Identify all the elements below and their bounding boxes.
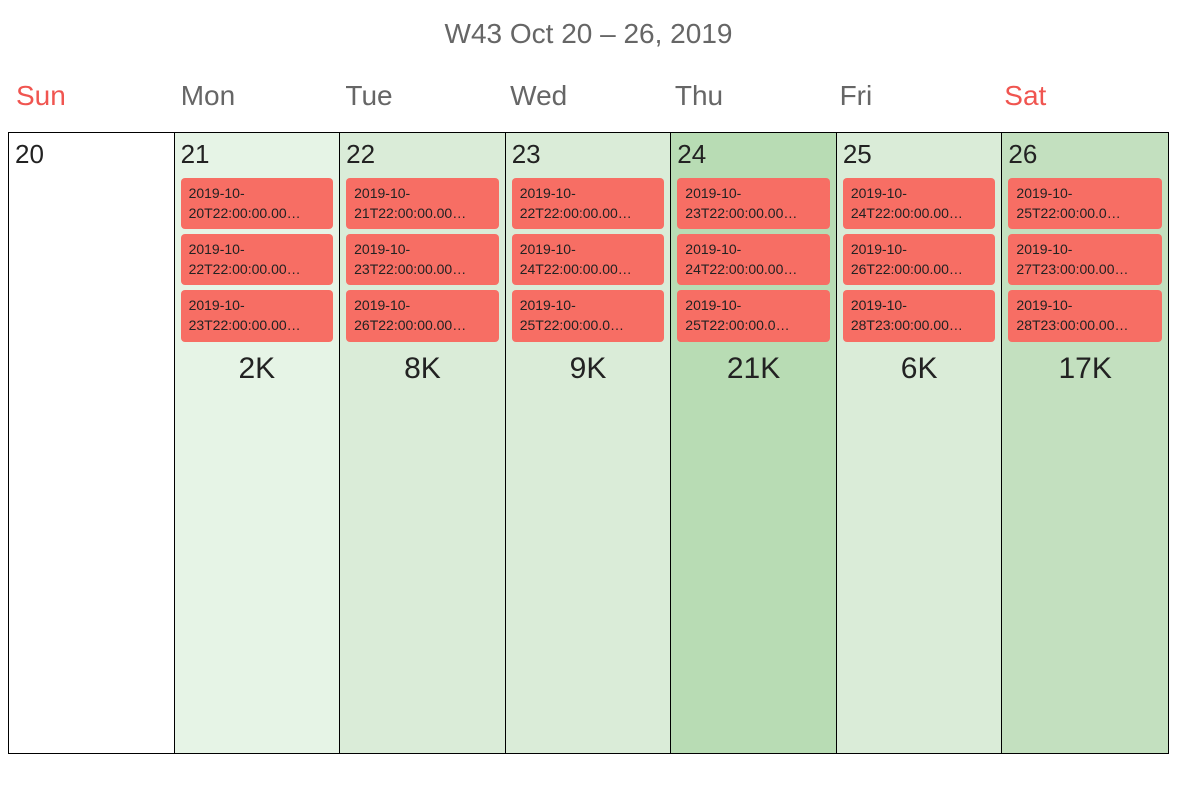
day-number: 24 [677, 139, 830, 170]
day-cell-26[interactable]: 262019-10-25T22:00:00.0…2019-10-27T23:00… [1002, 133, 1168, 753]
event-text-line2: 28T23:00:00.00… [1016, 316, 1154, 336]
calendar-event[interactable]: 2019-10-22T22:00:00.00… [181, 234, 334, 285]
day-header-sun: Sun [12, 80, 177, 112]
calendar-event[interactable]: 2019-10-28T23:00:00.00… [843, 290, 996, 341]
day-number: 22 [346, 139, 499, 170]
event-text-line2: 28T23:00:00.00… [851, 316, 988, 336]
day-cell-20[interactable]: 20 [9, 133, 175, 753]
event-text-line1: 2019-10- [685, 184, 822, 204]
event-text-line1: 2019-10- [851, 240, 988, 260]
day-header-mon: Mon [177, 80, 342, 112]
calendar-event[interactable]: 2019-10-25T22:00:00.0… [1008, 178, 1162, 229]
day-cell-24[interactable]: 242019-10-23T22:00:00.00…2019-10-24T22:0… [671, 133, 837, 753]
day-number: 26 [1008, 139, 1162, 170]
calendar-event[interactable]: 2019-10-27T23:00:00.00… [1008, 234, 1162, 285]
day-header-thu: Thu [671, 80, 836, 112]
calendar-event[interactable]: 2019-10-25T22:00:00.0… [677, 290, 830, 341]
day-total: 2K [181, 352, 334, 386]
calendar-event[interactable]: 2019-10-22T22:00:00.00… [512, 178, 665, 229]
event-text-line1: 2019-10- [1016, 184, 1154, 204]
event-text-line1: 2019-10- [354, 184, 491, 204]
event-text-line2: 22T22:00:00.00… [189, 260, 326, 280]
day-total: 6K [843, 352, 996, 386]
event-text-line2: 25T22:00:00.0… [1016, 204, 1154, 224]
event-text-line1: 2019-10- [189, 240, 326, 260]
calendar-event[interactable]: 2019-10-21T22:00:00.00… [346, 178, 499, 229]
event-text-line2: 25T22:00:00.0… [520, 316, 657, 336]
day-header-wed: Wed [506, 80, 671, 112]
event-text-line2: 26T22:00:00.00… [354, 316, 491, 336]
event-text-line1: 2019-10- [189, 184, 326, 204]
event-text-line1: 2019-10- [520, 184, 657, 204]
day-number: 20 [15, 139, 168, 170]
event-text-line2: 23T22:00:00.00… [189, 316, 326, 336]
day-header-tue: Tue [341, 80, 506, 112]
event-text-line2: 23T22:00:00.00… [354, 260, 491, 280]
day-number: 23 [512, 139, 665, 170]
day-cell-25[interactable]: 252019-10-24T22:00:00.00…2019-10-26T22:0… [837, 133, 1003, 753]
event-text-line2: 26T22:00:00.00… [851, 260, 988, 280]
calendar-grid: 20212019-10-20T22:00:00.00…2019-10-22T22… [8, 132, 1169, 754]
event-text-line1: 2019-10- [189, 296, 326, 316]
day-header-fri: Fri [836, 80, 1001, 112]
event-text-line2: 24T22:00:00.00… [851, 204, 988, 224]
event-text-line2: 23T22:00:00.00… [685, 204, 822, 224]
event-text-line2: 22T22:00:00.00… [520, 204, 657, 224]
calendar-event[interactable]: 2019-10-26T22:00:00.00… [843, 234, 996, 285]
event-text-line1: 2019-10- [520, 296, 657, 316]
day-headers-row: SunMonTueWedThuFriSat [8, 80, 1169, 112]
day-total: 21K [677, 352, 830, 386]
calendar-event[interactable]: 2019-10-28T23:00:00.00… [1008, 290, 1162, 341]
day-cell-21[interactable]: 212019-10-20T22:00:00.00…2019-10-22T22:0… [175, 133, 341, 753]
event-text-line2: 24T22:00:00.00… [520, 260, 657, 280]
day-total: 9K [512, 352, 665, 386]
event-text-line1: 2019-10- [354, 240, 491, 260]
day-header-sat: Sat [1000, 80, 1165, 112]
event-text-line2: 27T23:00:00.00… [1016, 260, 1154, 280]
event-text-line1: 2019-10- [520, 240, 657, 260]
day-total: 17K [1008, 352, 1162, 386]
calendar-event[interactable]: 2019-10-24T22:00:00.00… [677, 234, 830, 285]
event-text-line1: 2019-10- [1016, 240, 1154, 260]
calendar-event[interactable]: 2019-10-23T22:00:00.00… [181, 290, 334, 341]
calendar-event[interactable]: 2019-10-20T22:00:00.00… [181, 178, 334, 229]
calendar-event[interactable]: 2019-10-23T22:00:00.00… [677, 178, 830, 229]
calendar-event[interactable]: 2019-10-26T22:00:00.00… [346, 290, 499, 341]
calendar-event[interactable]: 2019-10-24T22:00:00.00… [843, 178, 996, 229]
event-text-line1: 2019-10- [685, 240, 822, 260]
calendar-event[interactable]: 2019-10-25T22:00:00.0… [512, 290, 665, 341]
day-cell-22[interactable]: 222019-10-21T22:00:00.00…2019-10-23T22:0… [340, 133, 506, 753]
event-text-line1: 2019-10- [851, 184, 988, 204]
event-text-line2: 20T22:00:00.00… [189, 204, 326, 224]
calendar-event[interactable]: 2019-10-23T22:00:00.00… [346, 234, 499, 285]
event-text-line2: 21T22:00:00.00… [354, 204, 491, 224]
day-total: 8K [346, 352, 499, 386]
week-title: W43 Oct 20 – 26, 2019 [8, 18, 1169, 50]
event-text-line1: 2019-10- [851, 296, 988, 316]
event-text-line2: 25T22:00:00.0… [685, 316, 822, 336]
calendar-event[interactable]: 2019-10-24T22:00:00.00… [512, 234, 665, 285]
day-number: 25 [843, 139, 996, 170]
event-text-line1: 2019-10- [354, 296, 491, 316]
event-text-line1: 2019-10- [685, 296, 822, 316]
event-text-line1: 2019-10- [1016, 296, 1154, 316]
event-text-line2: 24T22:00:00.00… [685, 260, 822, 280]
day-number: 21 [181, 139, 334, 170]
day-cell-23[interactable]: 232019-10-22T22:00:00.00…2019-10-24T22:0… [506, 133, 672, 753]
